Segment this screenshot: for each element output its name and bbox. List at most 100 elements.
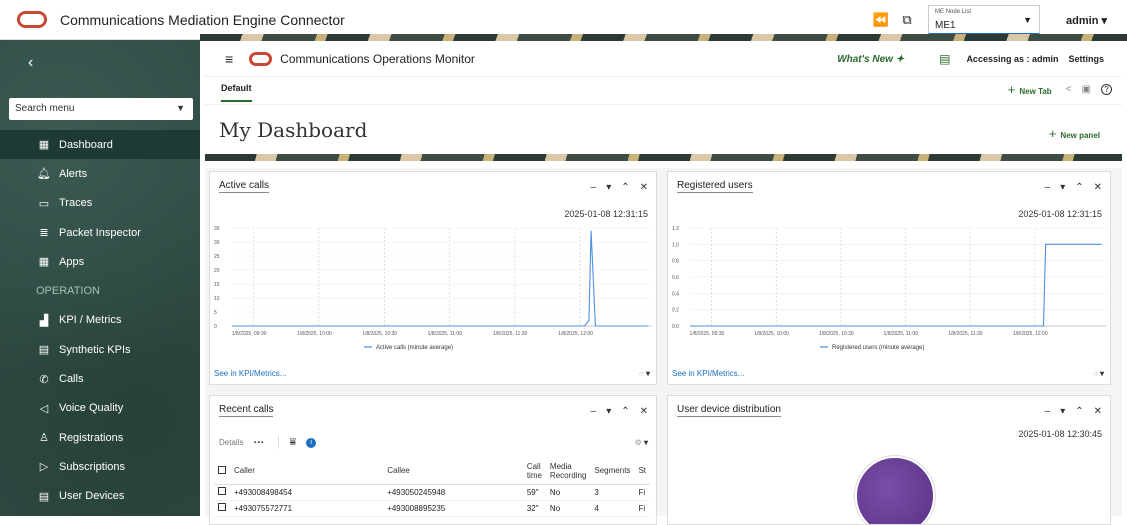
whats-new-label: What's New bbox=[837, 53, 893, 65]
see-kpi-link[interactable]: See in KPI/Metrics... bbox=[214, 369, 286, 378]
display-icon[interactable]: ▣ bbox=[1082, 84, 1091, 95]
sidebar-item-dashboard[interactable]: ▦ Dashboard bbox=[0, 130, 200, 160]
sidebar-item-user-devices[interactable]: ▤ User Devices bbox=[24, 482, 200, 511]
x-tick-label: 1/8/2025, 10:30 bbox=[819, 331, 854, 337]
checkbox[interactable] bbox=[218, 503, 226, 511]
column-header[interactable]: St bbox=[634, 458, 650, 485]
sidebar-item-calls[interactable]: ✆ Calls bbox=[24, 364, 200, 393]
column-header[interactable]: Callee bbox=[383, 458, 523, 485]
close-icon[interactable]: ✕ bbox=[640, 182, 648, 193]
chevron-down-icon[interactable]: ▾ bbox=[1060, 182, 1065, 193]
legend-label: Active calls (minute average) bbox=[376, 345, 453, 351]
sidebar-item-apps[interactable]: ▦ Apps bbox=[24, 247, 200, 276]
sidebar-item-label: Packet Inspector bbox=[59, 226, 141, 239]
sidebar-item-synthetic-kpis[interactable]: ▤ Synthetic KPIs bbox=[24, 335, 200, 364]
sidebar-item-registrations[interactable]: ♙ Registrations bbox=[24, 423, 200, 452]
sidebar-item-kpi-metrics[interactable]: ▟ KPI / Metrics bbox=[24, 306, 200, 335]
details-button[interactable]: Details bbox=[219, 438, 243, 447]
sidebar-item-packet-inspector[interactable]: ≣ Packet Inspector bbox=[24, 218, 200, 247]
settings-icon[interactable]: ⚙ ▾ bbox=[635, 438, 648, 447]
chevron-up-icon[interactable]: ⌃ bbox=[1075, 406, 1083, 417]
page-title: My Dashboard bbox=[219, 118, 368, 142]
minimize-icon[interactable]: – bbox=[1045, 406, 1051, 417]
main-content: ≡ Communications Operations Monitor What… bbox=[205, 41, 1122, 525]
panel-timestamp: 2025-01-08 12:31:15 bbox=[564, 209, 648, 219]
column-header[interactable]: Call time bbox=[522, 458, 546, 485]
chevron-up-icon[interactable]: ⌃ bbox=[621, 406, 629, 417]
search-menu-text: Search menu bbox=[15, 103, 75, 114]
sidebar: ‹ Search menu ▼ ▦ Dashboard 🔔︎ Alerts ▭ Tra… bbox=[0, 40, 200, 516]
checkbox[interactable] bbox=[218, 487, 226, 495]
device-pie-chart[interactable] bbox=[855, 456, 935, 524]
cell-call-time: 59" bbox=[522, 484, 546, 501]
new-panel-button[interactable]: + New panel bbox=[1049, 126, 1100, 141]
panel-title[interactable]: User device distribution bbox=[677, 404, 781, 417]
table-row[interactable]: +493075572771 +493008895235 32" No 4 Fi bbox=[214, 500, 650, 517]
column-header[interactable]: Caller bbox=[230, 458, 384, 485]
oracle-logo bbox=[249, 51, 273, 66]
close-icon[interactable]: ✕ bbox=[640, 406, 648, 417]
chevron-down-icon: ▼ bbox=[1023, 15, 1033, 25]
y-tick-label: 0.2 bbox=[672, 308, 679, 314]
column-header[interactable]: Media Recording bbox=[545, 458, 591, 485]
plus-icon: + bbox=[1048, 126, 1057, 141]
panel-title[interactable]: Active calls bbox=[219, 180, 270, 193]
chevron-up-icon[interactable]: ⌃ bbox=[621, 182, 629, 193]
cell-call-time: 32" bbox=[522, 500, 546, 517]
book-icon[interactable]: ▤ bbox=[939, 52, 950, 66]
cell-caller: +493008498454 bbox=[230, 484, 384, 501]
sidebar-item-subscriptions[interactable]: ▷ Subscriptions bbox=[24, 452, 200, 481]
checkbox[interactable] bbox=[218, 465, 226, 474]
search-menu[interactable]: Search menu ▼ bbox=[9, 98, 193, 120]
info-icon[interactable]: i bbox=[306, 437, 317, 448]
more-icon[interactable]: ··· bbox=[253, 437, 264, 449]
cell-segments: 3 bbox=[590, 484, 635, 501]
user-menu[interactable]: admin ▾ bbox=[1066, 14, 1107, 27]
dashboard-banner bbox=[205, 154, 1122, 161]
whats-new-link[interactable]: What's New ✦ bbox=[837, 54, 904, 65]
minimize-icon[interactable]: – bbox=[591, 182, 597, 193]
see-kpi-link[interactable]: See in KPI/Metrics... bbox=[672, 369, 744, 378]
panel-title[interactable]: Registered users bbox=[677, 180, 753, 193]
table-row[interactable]: +493008498454 +493050245948 59" No 3 Fi bbox=[214, 484, 650, 501]
node-select[interactable]: ME Node List ME1 ▼ bbox=[928, 5, 1041, 35]
sidebar-item-traces[interactable]: ▭ Traces bbox=[24, 189, 200, 218]
y-tick-label: 15 bbox=[214, 282, 220, 288]
minimize-icon[interactable]: – bbox=[1045, 182, 1051, 193]
chevron-up-icon[interactable]: ⌃ bbox=[1075, 182, 1083, 193]
panel-timestamp: 2025-01-08 12:31:15 bbox=[1018, 209, 1102, 219]
traces-icon: ▭ bbox=[38, 197, 50, 210]
new-tab-button[interactable]: + New Tab bbox=[1008, 82, 1052, 97]
oracle-logo bbox=[17, 11, 47, 28]
tab-default[interactable]: Default bbox=[221, 83, 252, 102]
column-header[interactable]: Segments bbox=[590, 458, 635, 485]
panel-options-icon[interactable]: ○ ▾ bbox=[1093, 369, 1104, 378]
close-icon[interactable]: ✕ bbox=[1094, 406, 1102, 417]
grid-icon: ▤ bbox=[38, 344, 50, 357]
y-tick-label: 35 bbox=[214, 226, 220, 232]
filter-icon[interactable]: ⩸ bbox=[278, 436, 296, 449]
settings-link[interactable]: Settings bbox=[1068, 54, 1104, 64]
hamburger-icon[interactable]: ≡ bbox=[225, 51, 233, 67]
window-icon[interactable]: ⧉ bbox=[896, 9, 918, 31]
chevron-down-icon[interactable]: ▾ bbox=[1060, 406, 1065, 417]
share-icon[interactable]: < bbox=[1066, 84, 1072, 95]
rewind-icon[interactable]: ⏪ bbox=[870, 9, 892, 31]
minimize-icon[interactable]: – bbox=[591, 406, 597, 417]
sidebar-item-label: Registrations bbox=[59, 431, 124, 444]
chevron-down-icon[interactable]: ▾ bbox=[606, 182, 611, 193]
collapse-icon[interactable]: ‹ bbox=[28, 54, 33, 72]
cell-status: Fi bbox=[634, 484, 650, 501]
app-title: Communications Mediation Engine Connecto… bbox=[60, 11, 345, 28]
panel-options-icon[interactable]: ○ ▾ bbox=[639, 369, 650, 378]
chevron-down-icon[interactable]: ▾ bbox=[606, 406, 611, 417]
select-all[interactable] bbox=[214, 458, 230, 485]
sidebar-item-voice-quality[interactable]: ◁ Voice Quality bbox=[24, 394, 200, 423]
person-icon: ♙ bbox=[39, 432, 49, 445]
sidebar-item-alerts[interactable]: 🔔︎ Alerts bbox=[24, 159, 200, 188]
user-name: admin bbox=[1066, 14, 1099, 27]
panel-title[interactable]: Recent calls bbox=[219, 404, 274, 417]
help-icon[interactable]: ? bbox=[1101, 84, 1112, 95]
close-icon[interactable]: ✕ bbox=[1094, 182, 1102, 193]
app-header: ≡ Communications Operations Monitor What… bbox=[205, 41, 1122, 77]
